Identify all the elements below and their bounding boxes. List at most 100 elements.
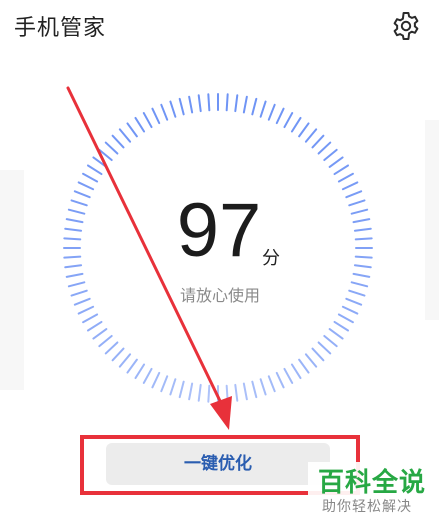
dial-tick [350,281,369,288]
dial-tick [104,341,119,355]
dial-tick [259,100,267,118]
dial-tick [197,383,202,402]
dial-tick [328,328,344,340]
dial-tick [242,95,248,114]
dial-tick [92,328,108,340]
dial-tick [337,172,354,183]
dial-tick [65,218,84,224]
dial-tick [225,93,229,112]
dial-tick [188,95,194,114]
app-header: 手机管家 [0,0,439,56]
dial-tick [160,375,169,393]
dial-tick [275,371,285,389]
dial-tick [142,367,153,384]
dial-tick [345,190,363,199]
dial-tick [242,382,248,401]
dial-tick [169,100,177,118]
dial-tick [283,367,294,384]
dial-tick [142,112,153,129]
dial-tick [118,353,132,368]
dial-tick [353,264,372,269]
dial-tick [328,156,344,168]
dial-tick [337,313,354,324]
dial-tick [259,378,267,396]
dial-tick [234,94,239,113]
background-panel-right [425,120,439,320]
dial-tick [345,297,363,306]
watermark-title: 百科全说 [318,468,427,498]
dial-tick [73,297,91,306]
dial-tick [67,208,86,215]
dial-tick [104,141,119,155]
watermark-logo: 百科全说 助你轻松解决 [308,462,439,522]
dial-tick [151,371,161,389]
dial-tick [64,227,83,232]
gear-icon [393,12,419,40]
dial-tick [348,289,366,297]
dial-tick [63,237,82,241]
watermark-subtitle: 助你轻松解决 [322,499,412,515]
dial-tick [92,156,108,168]
dial-tick [348,199,366,207]
dial-tick [275,107,285,125]
dial-tick [304,353,318,368]
dial-tick [352,272,371,278]
dial-tick [126,358,138,374]
dial-tick [169,378,177,396]
dial-tick [354,255,373,259]
dial-tick [323,334,338,348]
dial-tick [70,289,88,297]
dial-tick [77,305,95,315]
dial-tick [311,347,325,362]
health-score-unit: 分 [262,248,280,269]
dial-tick [111,134,125,149]
health-score-value: 97 [176,188,262,273]
settings-button[interactable] [390,10,422,42]
dial-tick [290,363,302,380]
dial-tick [251,97,258,116]
dial-tick [311,134,325,149]
dial-tick [111,347,125,362]
page-title: 手机管家 [14,16,107,41]
dial-tick [341,181,359,191]
dial-tick [234,383,239,402]
dial-tick [323,148,338,162]
dial-tick [64,264,83,269]
dial-tick [126,122,138,138]
dial-tick [98,334,113,348]
dial-tick [188,382,194,401]
dial-tick [317,341,332,355]
dial-tick [197,94,202,113]
dial-tick [304,128,318,143]
dial-tick [298,358,310,374]
dial-tick [134,363,146,380]
dial-tick [298,122,310,138]
dial-tick [178,380,185,399]
dial-tick [65,272,84,278]
dial-tick [317,141,332,155]
dial-tick [207,93,211,112]
dial-tick [341,305,359,315]
dial-tick [225,384,229,403]
dial-tick [82,313,99,324]
dial-tick [70,199,88,207]
dial-tick [283,112,294,129]
dial-tick [354,237,373,241]
dial-tick [350,208,369,215]
dial-tick [333,164,350,176]
dial-tick [134,116,146,133]
dial-tick [290,116,302,133]
dial-tick [267,103,276,121]
dial-tick [267,375,276,393]
dial-tick [86,320,103,332]
dial-tick [98,148,113,162]
dial-tick [82,172,99,183]
dial-tick [251,380,258,399]
dial-tick [160,103,169,121]
dial-tick [178,97,185,116]
dial-tick [207,384,211,403]
dial-tick [352,218,371,224]
health-status-text: 请放心使用 [179,286,260,305]
dial-tick [353,227,372,232]
dial-tick [67,281,86,288]
